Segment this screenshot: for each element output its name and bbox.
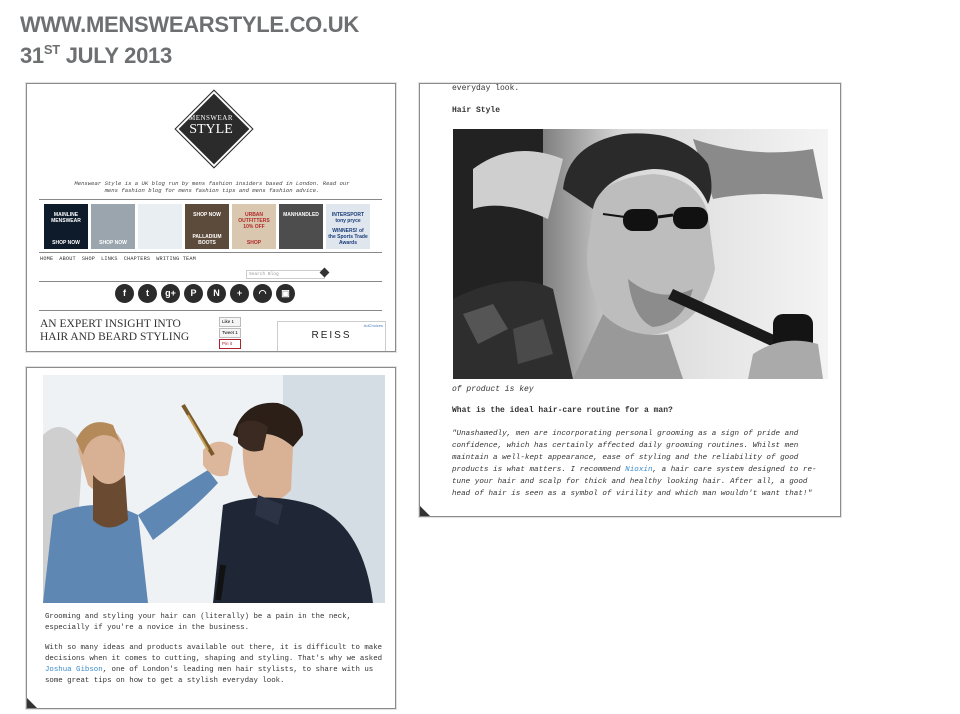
- banner-ad-thumbnail[interactable]: SHOP NOW: [91, 204, 135, 249]
- banner-ad-label: INTERSPORT tony pryce: [331, 212, 365, 224]
- reiss-advert[interactable]: AdChoices REISS: [277, 321, 386, 351]
- logo-bottom-text: STYLE: [189, 122, 233, 137]
- divider: [39, 252, 382, 253]
- banner-ad-label: MANHANDLED: [283, 212, 319, 218]
- banner-ad-label: SHOP NOW: [193, 212, 221, 218]
- instagram-icon[interactable]: ▣: [276, 284, 295, 303]
- ad-brand: REISS: [311, 330, 352, 341]
- banner-ad-thumbnail[interactable]: MANHANDLED: [279, 204, 323, 249]
- nav-link-chapters[interactable]: CHAPTERS: [124, 256, 151, 262]
- rss-icon[interactable]: ◠: [253, 284, 272, 303]
- banner-ad-thumbnail[interactable]: URBAN OUTFITTERS 10% OFF SHOP: [232, 204, 276, 249]
- section-subheading: Hair Style: [452, 106, 501, 115]
- facebook-like-button[interactable]: Like 1: [219, 317, 241, 327]
- expert-quote: "Unashamedly, men are incorporating pers…: [452, 428, 827, 500]
- pinterest-icon[interactable]: P: [184, 284, 203, 303]
- article-title[interactable]: AN EXPERT INSIGHT INTO HAIR AND BEARD ST…: [40, 318, 189, 344]
- nav-link-shop[interactable]: SHOP: [82, 256, 95, 262]
- man-with-pipe-photo: [453, 129, 828, 379]
- context-text-1: With so many ideas and products availabl…: [45, 644, 383, 663]
- plus-icon[interactable]: +: [230, 284, 249, 303]
- site-tagline: Menswear Style is a UK blog run by mens …: [74, 180, 350, 194]
- twitter-icon[interactable]: t: [138, 284, 157, 303]
- banner-ad-label: MAINLINE MENSWEAR: [51, 212, 81, 224]
- corner-marker: [420, 506, 430, 516]
- date-month-year: JULY 2013: [65, 43, 172, 68]
- banner-ad-thumbnail[interactable]: [138, 204, 182, 249]
- facebook-icon[interactable]: f: [115, 284, 134, 303]
- social-links: f t g+ P N + ◠ ▣: [115, 284, 295, 303]
- banner-ad-thumbnail[interactable]: INTERSPORT tony pryce WINNERS! of the Spo…: [326, 204, 370, 249]
- intro-paragraph: Grooming and styling your hair can (lite…: [45, 613, 352, 632]
- nav-link-about[interactable]: ABOUT: [59, 256, 76, 262]
- banner-ad-sublabel: SHOP NOW: [52, 240, 80, 246]
- paragraph-fragment: everyday look.: [452, 84, 520, 93]
- banner-ad-sublabel: WINNERS! of the Sports Trade Awards: [328, 228, 368, 246]
- question-heading: What is the ideal hair-care routine for …: [452, 406, 673, 415]
- n-icon[interactable]: N: [207, 284, 226, 303]
- context-paragraph: With so many ideas and products availabl…: [45, 643, 385, 687]
- article-clipping-right: everyday look. Hair Style of product is …: [419, 83, 841, 517]
- main-nav: HOME ABOUT SHOP LINKS CHAPTERS WRITING TEAM: [40, 256, 196, 262]
- date-day-suffix: ST: [43, 42, 60, 57]
- divider: [39, 281, 382, 282]
- divider: [39, 310, 382, 311]
- banner-ad-strip: MAINLINE MENSWEAR SHOP NOW SHOP NOW SHOP NO…: [44, 204, 370, 249]
- article-clipping-left: Grooming and styling your hair can (lite…: [26, 367, 396, 709]
- nioxin-link[interactable]: Nioxin: [625, 466, 652, 474]
- banner-ad-thumbnail[interactable]: SHOP NOW PALLADIUM BOOTS: [185, 204, 229, 249]
- divider: [39, 199, 382, 200]
- nav-link-writing-team[interactable]: WRITING TEAM: [156, 256, 196, 262]
- banner-ad-sublabel: SHOP: [246, 240, 262, 246]
- joshua-gibson-link[interactable]: Joshua Gibson: [45, 666, 103, 674]
- nav-link-home[interactable]: HOME: [40, 256, 53, 262]
- google-plus-icon[interactable]: g+: [161, 284, 180, 303]
- banner-ad-sublabel: PALLADIUM BOOTS: [192, 234, 222, 246]
- banner-ad-thumbnail[interactable]: MAINLINE MENSWEAR SHOP NOW: [44, 204, 88, 249]
- article-title-line-1: AN EXPERT INSIGHT INTO: [40, 318, 181, 330]
- corner-marker: [27, 698, 37, 708]
- site-homepage-clipping: MENSWEAR STYLE Menswear Style is a UK bl…: [26, 83, 396, 352]
- banner-ad-sublabel: SHOP NOW: [99, 240, 127, 246]
- banner-ad-label: URBAN OUTFITTERS 10% OFF: [238, 212, 270, 230]
- pin-it-button[interactable]: Pin it: [219, 339, 241, 349]
- date-day: 31: [20, 43, 44, 68]
- ad-choices-label[interactable]: AdChoices: [364, 323, 383, 328]
- site-logo[interactable]: MENSWEAR STYLE: [174, 89, 254, 169]
- site-url-heading: WWW.MENSWEARSTYLE.CO.UK: [20, 12, 359, 37]
- search-input[interactable]: Search Blog: [246, 270, 325, 279]
- photo-caption: of product is key: [452, 385, 534, 394]
- barber-styling-hair-photo: [43, 375, 385, 603]
- nav-link-links[interactable]: LINKS: [101, 256, 118, 262]
- tweet-button[interactable]: Tweet 1: [219, 328, 241, 338]
- logo-top-text: MENSWEAR: [188, 114, 234, 122]
- share-buttons: Like 1 Tweet 1 Pin it: [219, 317, 241, 350]
- date-heading: 31ST JULY 2013: [20, 42, 172, 69]
- article-title-line-2: HAIR AND BEARD STYLING: [40, 331, 190, 343]
